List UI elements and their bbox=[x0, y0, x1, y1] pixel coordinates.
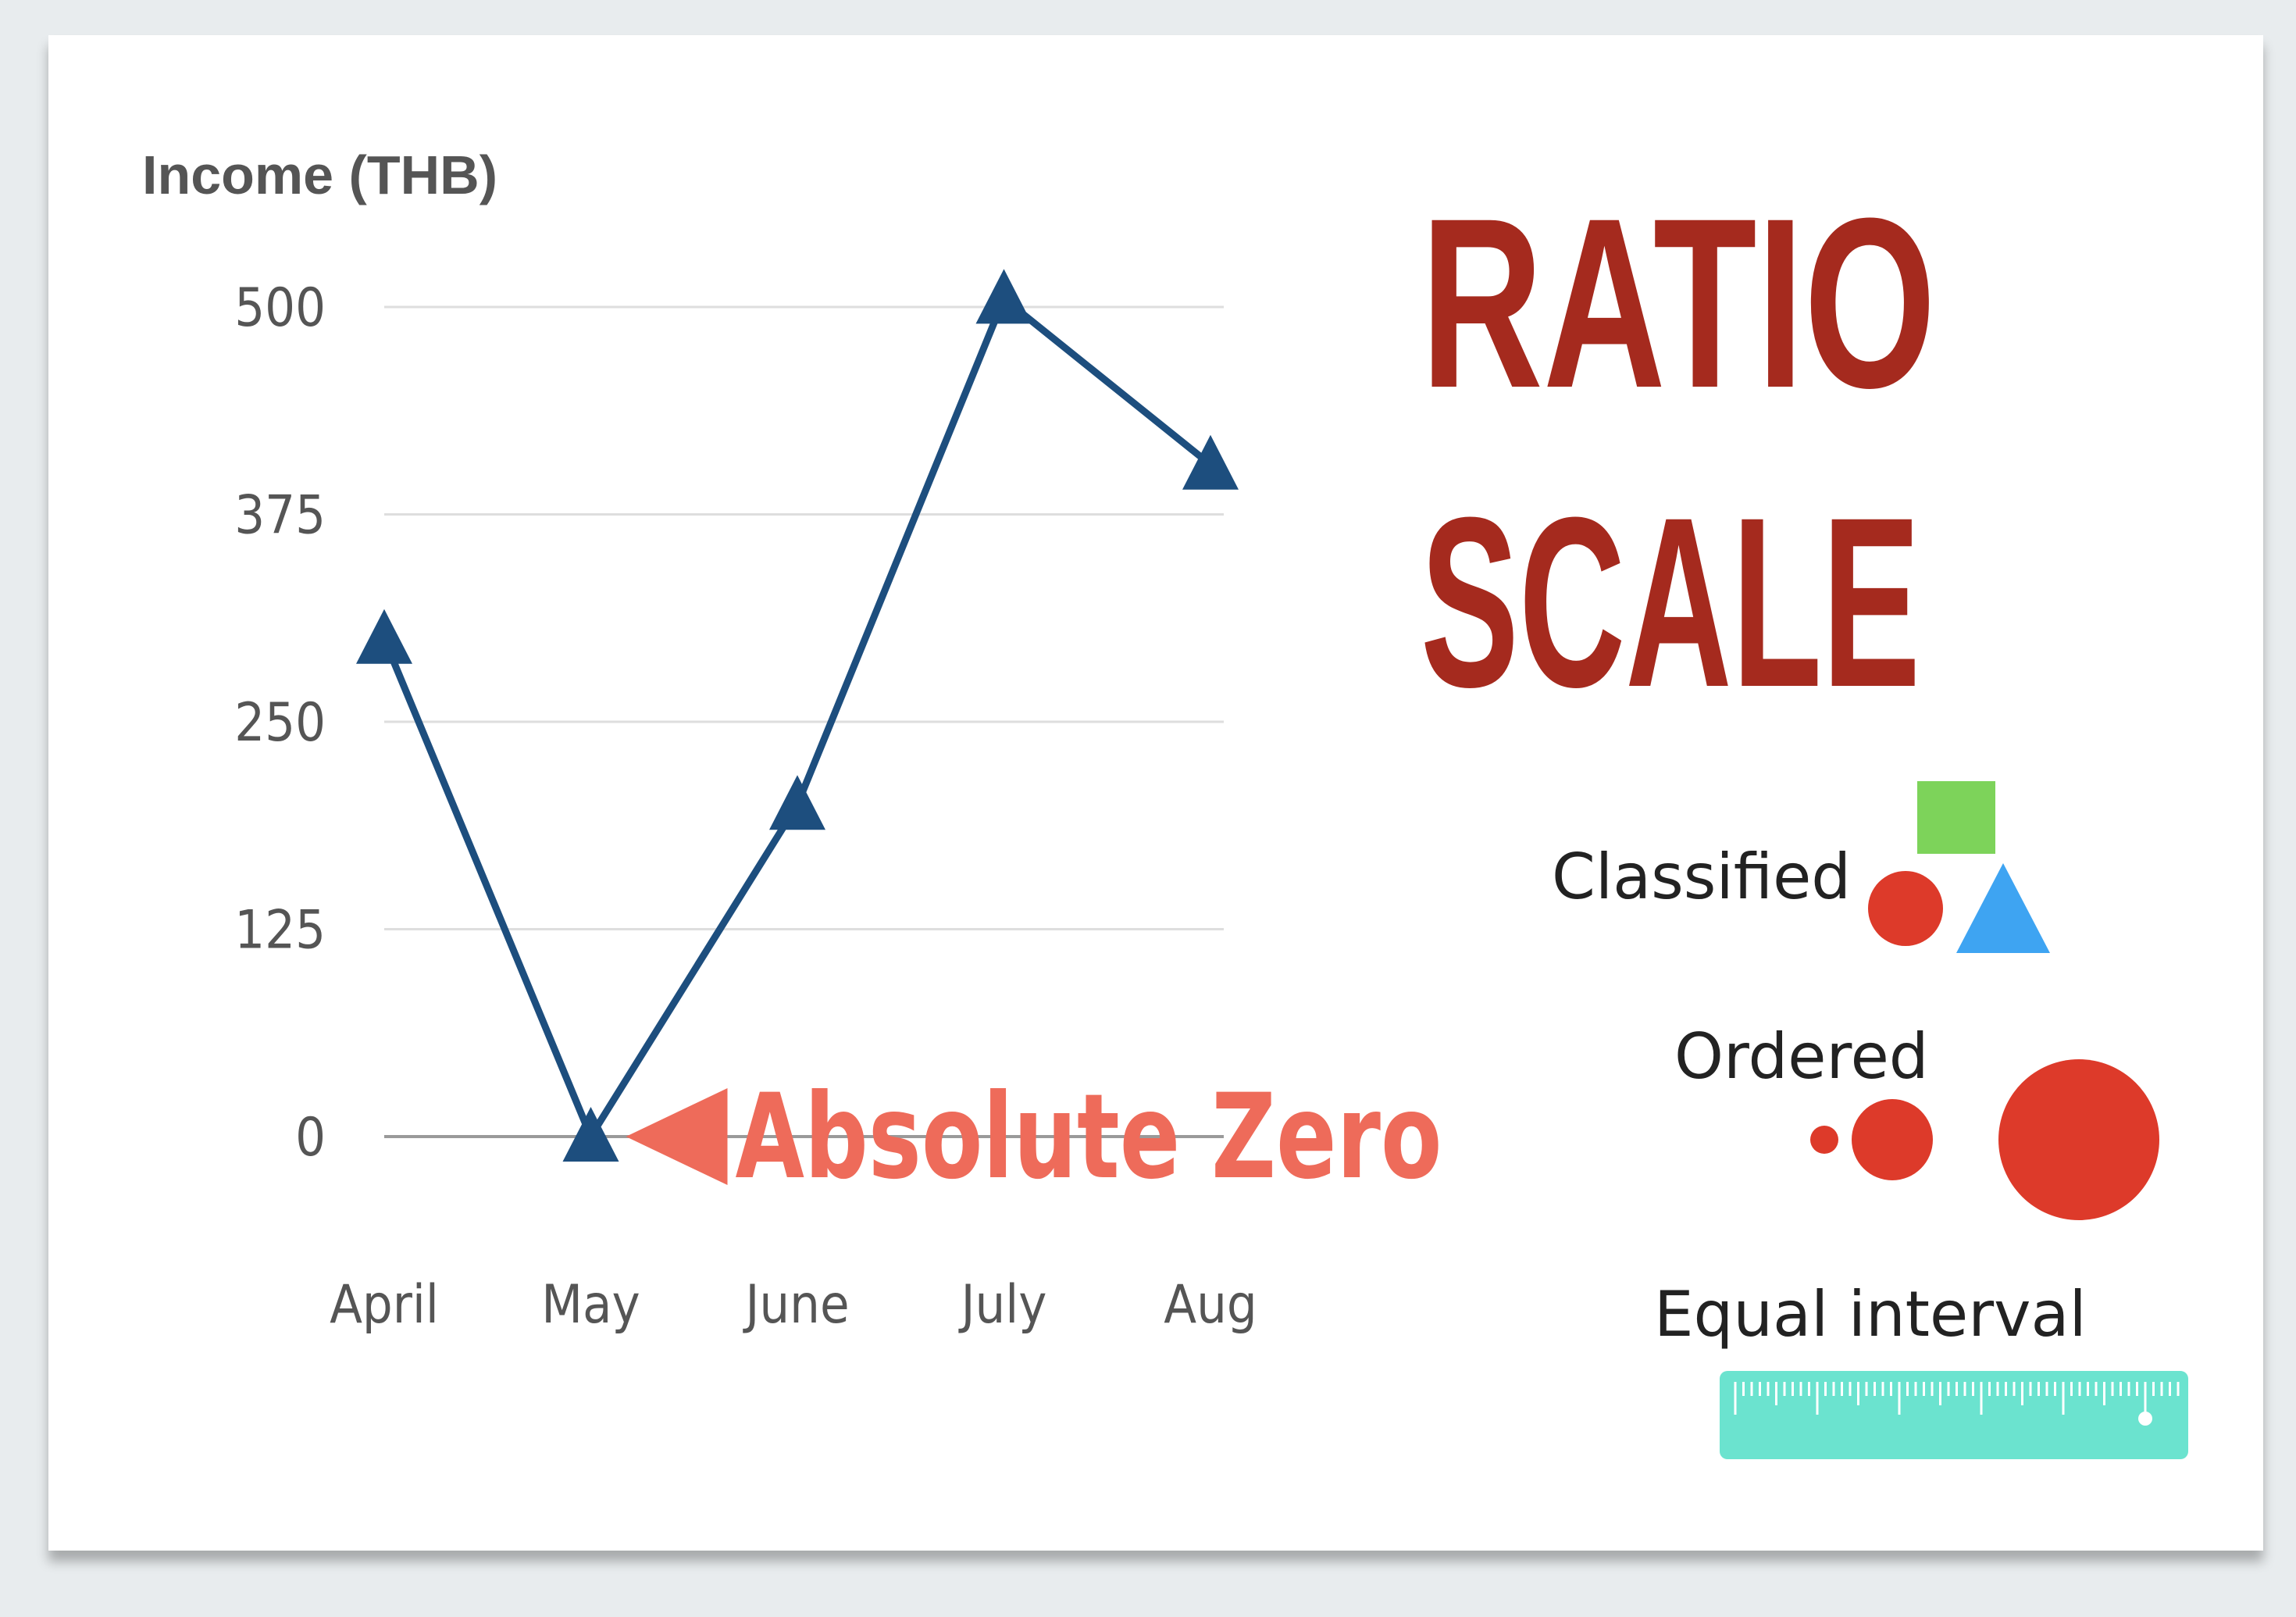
data-point-triangle bbox=[562, 1107, 619, 1162]
x-tick-labels: April May June July Aug bbox=[330, 1274, 1257, 1336]
slide-card: 0 125 250 375 500 April May June July Aug Income… bbox=[48, 35, 2263, 1551]
data-point-triangle bbox=[356, 609, 412, 664]
data-point-triangle bbox=[769, 775, 825, 830]
slide-title-line-2: SCALE bbox=[1421, 466, 1920, 737]
legend-ordered-label: Ordered bbox=[1674, 1020, 1929, 1093]
large-red-dot-icon bbox=[1998, 1059, 2159, 1220]
income-series bbox=[356, 269, 1239, 1162]
y-axis-label: Income (THB) bbox=[142, 145, 497, 205]
x-tick-label: July bbox=[957, 1274, 1046, 1336]
legend-equal-interval: Equal interval bbox=[1654, 1278, 2188, 1459]
ruler-dot bbox=[2138, 1412, 2152, 1426]
slide-title-line-1: RATIO bbox=[1421, 167, 1936, 438]
y-tick-label: 0 bbox=[295, 1107, 326, 1169]
legend-classified-label: Classified bbox=[1552, 841, 1851, 913]
data-point-triangle bbox=[975, 269, 1032, 324]
ruler-icon bbox=[1720, 1371, 2188, 1459]
legend-classified: Classified bbox=[1552, 781, 2050, 953]
annotation-text: Absolute Zero bbox=[736, 1069, 1442, 1205]
x-tick-label: May bbox=[541, 1274, 640, 1336]
annotation-arrow-icon bbox=[626, 1088, 728, 1185]
y-tick-label: 375 bbox=[234, 485, 326, 547]
x-tick-label: Aug bbox=[1164, 1274, 1257, 1336]
x-tick-label: June bbox=[742, 1274, 849, 1336]
red-circle-icon bbox=[1868, 871, 1943, 946]
y-tick-label: 250 bbox=[234, 692, 326, 754]
grid-lines bbox=[384, 305, 1224, 1138]
ratio-scale-chart: 0 125 250 375 500 April May June July Aug Income… bbox=[142, 145, 2188, 1459]
legend-equal-interval-label: Equal interval bbox=[1654, 1278, 2087, 1351]
blue-triangle-icon bbox=[1956, 863, 2050, 953]
x-tick-label: April bbox=[330, 1274, 439, 1336]
y-tick-labels: 0 125 250 375 500 bbox=[234, 277, 326, 1169]
data-point-triangle bbox=[1182, 434, 1239, 490]
legend-ordered: Ordered bbox=[1674, 1020, 2159, 1220]
small-red-dot-icon bbox=[1810, 1126, 1838, 1154]
green-square-icon bbox=[1917, 781, 1995, 854]
series-line bbox=[380, 293, 1213, 1144]
absolute-zero-annotation: Absolute Zero bbox=[626, 1069, 1442, 1205]
y-tick-label: 125 bbox=[234, 900, 326, 962]
medium-red-dot-icon bbox=[1852, 1099, 1933, 1180]
y-tick-label: 500 bbox=[234, 277, 326, 339]
